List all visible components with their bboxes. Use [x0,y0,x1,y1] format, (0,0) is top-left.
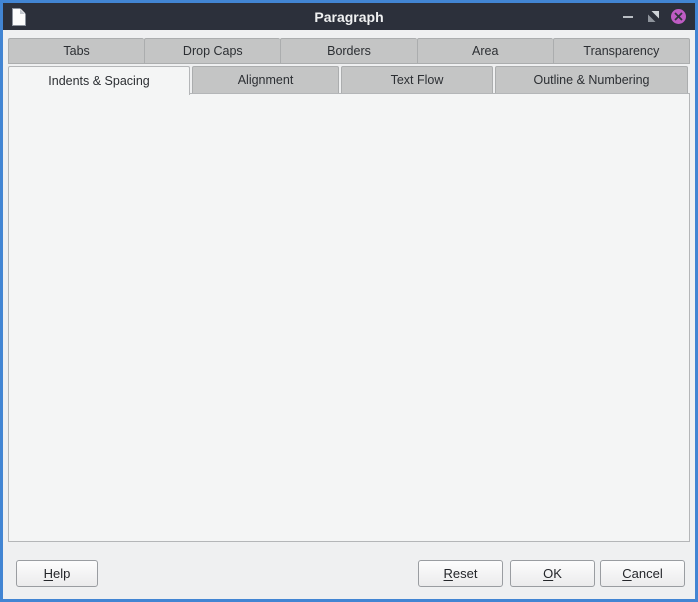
tab-row-secondary: Tabs Drop Caps Borders Area Transparency [8,38,690,64]
close-icon [671,9,686,24]
ok-button[interactable]: OK [510,560,595,587]
window-controls [620,9,695,25]
minimize-button[interactable] [620,9,636,25]
tab-transparency[interactable]: Transparency [553,38,690,64]
tab-alignment[interactable]: Alignment [192,66,339,94]
restore-icon [648,11,659,22]
tab-area[interactable]: Area [417,38,553,64]
titlebar[interactable]: Paragraph [3,3,695,30]
close-button[interactable] [670,9,686,25]
tab-tabs[interactable]: Tabs [8,38,144,64]
tab-page-indents-spacing [8,93,690,542]
tab-outline-numbering[interactable]: Outline & Numbering [495,66,688,94]
cancel-button[interactable]: Cancel [600,560,685,587]
reset-button[interactable]: Reset [418,560,503,587]
paragraph-dialog: Paragraph Tabs [0,0,698,602]
minimize-icon [623,16,633,18]
tab-drop-caps[interactable]: Drop Caps [144,38,280,64]
document-icon [12,8,26,26]
restore-button[interactable] [645,9,661,25]
tab-text-flow[interactable]: Text Flow [341,66,493,94]
tab-borders[interactable]: Borders [280,38,416,64]
help-button[interactable]: Help [16,560,98,587]
window-title: Paragraph [3,9,695,25]
tab-indents-spacing[interactable]: Indents & Spacing [8,66,190,95]
tab-row-primary: Indents & Spacing Alignment Text Flow Ou… [8,66,690,94]
